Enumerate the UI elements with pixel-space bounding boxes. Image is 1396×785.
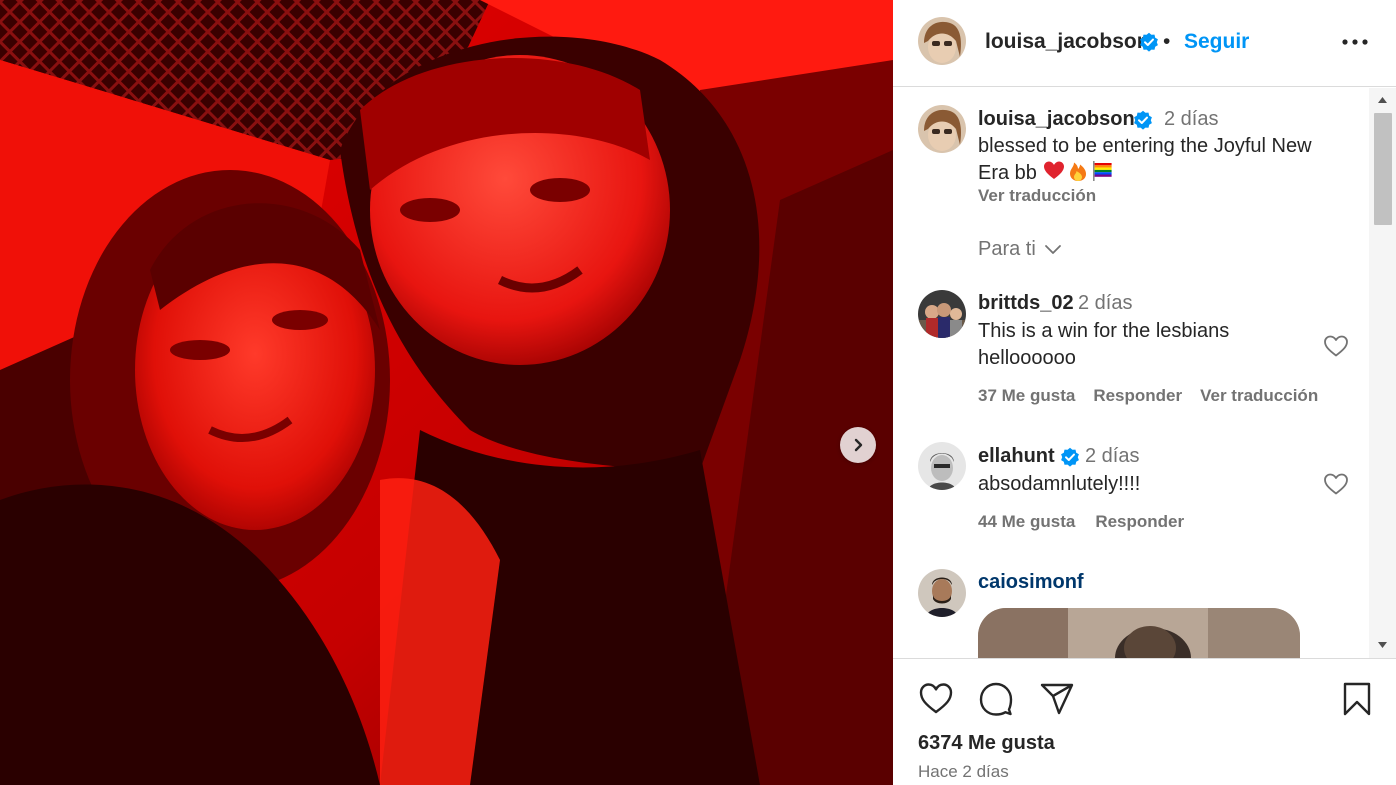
bookmark-icon (1343, 682, 1371, 716)
comment-reply-button[interactable]: Responder (1093, 386, 1182, 406)
author-avatar[interactable] (918, 17, 966, 65)
comment-avatar[interactable] (918, 569, 966, 617)
fire-icon (1069, 162, 1086, 181)
comment-sort-label: Para ti (978, 238, 1036, 260)
follow-button[interactable]: Seguir (1184, 30, 1249, 54)
next-photo-button[interactable] (840, 427, 876, 463)
comment-text: This is a win for the lesbians hellooooo… (978, 320, 1230, 369)
more-options-button[interactable] (1340, 30, 1370, 54)
comment-author-name[interactable]: caiosimonf (978, 571, 1084, 594)
post-likes-count[interactable]: 6374 Me gusta (918, 732, 1055, 755)
send-icon (1040, 683, 1074, 715)
comment-author-name[interactable]: brittds_02 (978, 292, 1074, 315)
more-horizontal-icon (1342, 39, 1368, 45)
comment-like-button[interactable] (1323, 334, 1349, 358)
comment-likes-count[interactable]: 44 Me gusta (978, 512, 1075, 532)
comment-meta: 44 Me gusta Responder (978, 512, 1184, 532)
caption-text: blessed to be entering the Joyful New Er… (978, 133, 1348, 187)
chevron-down-icon (1044, 244, 1061, 254)
caption-author-name[interactable]: louisa_jacobson (978, 108, 1135, 131)
caption-timestamp[interactable]: 2 días (1164, 108, 1218, 131)
chevron-right-icon (854, 438, 863, 452)
heart-icon (1324, 335, 1348, 357)
caption-body: blessed to be entering the Joyful New Er… (978, 135, 1312, 184)
post-photo (0, 0, 893, 785)
comment-avatar[interactable] (918, 442, 966, 490)
red-heart-icon (1043, 161, 1064, 179)
caption-author-avatar[interactable] (918, 105, 966, 153)
like-button[interactable] (918, 681, 954, 717)
comment-reply-button[interactable]: Responder (1095, 512, 1184, 532)
post-header: louisa_jacobson • Seguir (893, 0, 1396, 87)
post-timestamp: Hace 2 días (918, 762, 1009, 781)
comments-scrollbar[interactable] (1369, 88, 1396, 658)
comments-list[interactable]: louisa_jacobson 2 días blessed to be ent… (893, 88, 1396, 658)
comment-sort-dropdown[interactable]: Para ti (978, 238, 1062, 261)
comment-icon (979, 682, 1013, 716)
rainbow-flag-icon (1092, 161, 1112, 181)
scrollbar-thumb[interactable] (1374, 113, 1392, 225)
comment-button[interactable] (978, 681, 1014, 717)
comment-gif-image[interactable] (978, 608, 1300, 658)
comment-like-button[interactable] (1323, 472, 1349, 496)
share-button[interactable] (1039, 681, 1075, 717)
scroll-up-arrow-icon[interactable] (1377, 96, 1388, 104)
post-actions: 6374 Me gusta Hace 2 días (893, 658, 1396, 785)
comment-timestamp[interactable]: 2 días (1085, 445, 1139, 468)
comment-likes-count[interactable]: 37 Me gusta (978, 386, 1075, 406)
verified-badge-icon (1133, 110, 1153, 130)
verified-badge-icon (1139, 32, 1159, 52)
post-sidebar: louisa_jacobson • Seguir louisa_jacobson (893, 0, 1396, 785)
author-username[interactable]: louisa_jacobson (985, 30, 1150, 54)
comment-author-name[interactable]: ellahunt (978, 445, 1055, 468)
verified-badge-icon (1060, 447, 1080, 467)
scroll-down-arrow-icon[interactable] (1377, 641, 1388, 649)
post-media[interactable] (0, 0, 893, 785)
comment-translate-link[interactable]: Ver traducción (1200, 386, 1318, 406)
comment-text: absodamnlutely!!!! (978, 473, 1141, 495)
caption-translate-link[interactable]: Ver traducción (978, 186, 1096, 206)
save-button[interactable] (1339, 681, 1375, 717)
follow-separator: • (1163, 30, 1171, 53)
comment-meta: 37 Me gusta Responder Ver traducción (978, 386, 1318, 406)
heart-icon (919, 683, 953, 714)
comment-avatar[interactable] (918, 290, 966, 338)
heart-icon (1324, 473, 1348, 495)
comment-timestamp[interactable]: 2 días (1078, 292, 1132, 315)
